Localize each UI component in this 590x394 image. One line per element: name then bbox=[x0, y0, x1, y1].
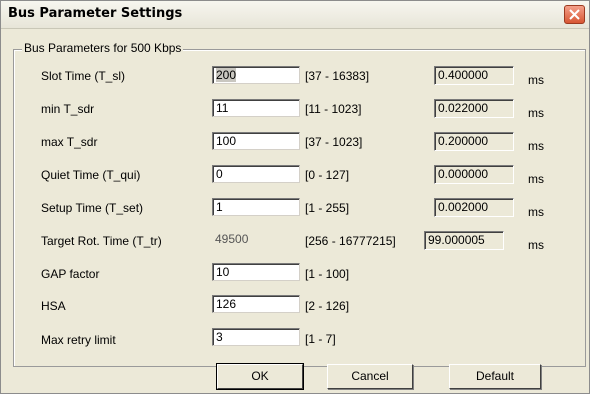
target-rot-time-value: 49500 bbox=[212, 231, 300, 249]
unit-label: ms bbox=[528, 139, 544, 153]
param-label: GAP factor bbox=[41, 267, 100, 281]
min-tsdr-ms-value: 0.022000 bbox=[434, 99, 514, 118]
unit-label: ms bbox=[528, 106, 544, 120]
default-button[interactable]: Default bbox=[449, 364, 541, 389]
param-range: [1 - 255] bbox=[305, 201, 350, 215]
param-label: HSA bbox=[41, 299, 66, 313]
unit-label: ms bbox=[528, 172, 544, 186]
param-range: [37 - 16383] bbox=[305, 69, 370, 83]
param-range: [37 - 1023] bbox=[305, 135, 363, 149]
group-label: Bus Parameters for 500 Kbps bbox=[22, 41, 184, 55]
slot-time-input[interactable]: 200 bbox=[212, 66, 300, 84]
max-tsdr-input[interactable]: 100 bbox=[212, 132, 300, 150]
param-label: Max retry limit bbox=[41, 333, 116, 347]
title-bar[interactable]: Bus Parameter Settings bbox=[1, 1, 589, 29]
param-range: [1 - 100] bbox=[305, 267, 350, 281]
param-range: [0 - 127] bbox=[305, 168, 350, 182]
close-icon bbox=[569, 9, 580, 20]
unit-label: ms bbox=[528, 205, 544, 219]
param-range: [256 - 16777215] bbox=[305, 234, 396, 248]
param-label: min T_sdr bbox=[41, 102, 95, 116]
dialog-title: Bus Parameter Settings bbox=[8, 6, 183, 21]
param-range: [11 - 1023] bbox=[305, 102, 362, 116]
param-label: Slot Time (T_sl) bbox=[41, 69, 126, 83]
quiet-time-input[interactable]: 0 bbox=[212, 165, 300, 183]
param-range: [2 - 126] bbox=[305, 299, 350, 313]
param-label: Setup Time (T_set) bbox=[41, 201, 144, 215]
gap-factor-input[interactable]: 10 bbox=[212, 263, 300, 281]
setup-time-ms-value: 0.002000 bbox=[434, 198, 514, 217]
unit-label: ms bbox=[528, 73, 544, 87]
setup-time-input[interactable]: 1 bbox=[212, 198, 300, 216]
hsa-input[interactable]: 126 bbox=[212, 295, 300, 313]
bus-parameter-settings-dialog: Bus Parameter Settings Bus Parameters fo… bbox=[0, 0, 590, 394]
slot-time-ms-value: 0.400000 bbox=[434, 66, 514, 85]
close-button[interactable] bbox=[564, 5, 585, 24]
param-label: Target Rot. Time (T_tr) bbox=[41, 234, 162, 248]
min-tsdr-input[interactable]: 11 bbox=[212, 99, 300, 117]
ok-button[interactable]: OK bbox=[216, 363, 304, 390]
cancel-button[interactable]: Cancel bbox=[327, 364, 413, 389]
unit-label: ms bbox=[528, 238, 544, 252]
max-retry-limit-input[interactable]: 3 bbox=[212, 328, 300, 346]
param-label: max T_sdr bbox=[41, 135, 98, 149]
param-range: [1 - 7] bbox=[305, 332, 336, 346]
quiet-time-ms-value: 0.000000 bbox=[434, 165, 514, 184]
target-rot-time-ms-value: 99.000005 bbox=[424, 231, 504, 250]
param-label: Quiet Time (T_qui) bbox=[41, 168, 141, 182]
max-tsdr-ms-value: 0.200000 bbox=[434, 132, 514, 151]
